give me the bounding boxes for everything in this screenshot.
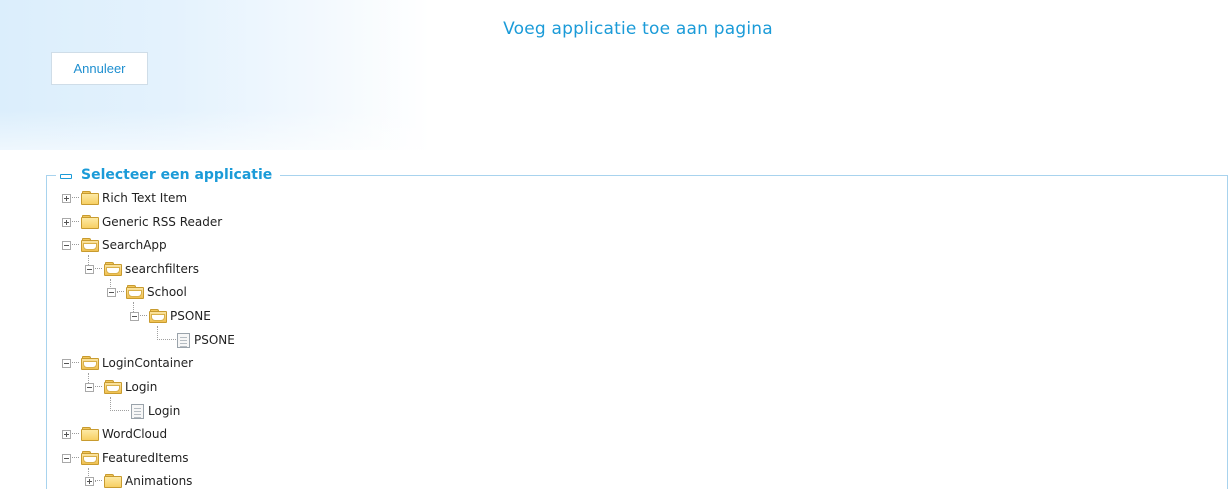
tree-connector (95, 386, 102, 388)
folder-open-icon (104, 262, 122, 276)
collapse-icon[interactable] (107, 287, 116, 297)
tree-node-psone-page[interactable]: PSONE (177, 331, 235, 349)
tree-connector (140, 315, 147, 317)
tree-connector (72, 244, 79, 246)
folder-open-icon (149, 309, 167, 323)
tree-connector (72, 362, 79, 364)
tree-connector (72, 457, 79, 459)
page-icon (131, 403, 144, 419)
tree-node-label[interactable]: Rich Text Item (102, 191, 187, 205)
tree-node-label[interactable]: Animations (125, 474, 192, 488)
folder-icon (81, 215, 99, 229)
collapse-icon[interactable] (85, 264, 94, 274)
tree-node-label[interactable]: PSONE (194, 333, 235, 347)
folder-open-icon (126, 285, 144, 299)
tree-node-label[interactable]: PSONE (170, 309, 211, 323)
expand-icon[interactable] (62, 429, 71, 439)
tree-connector (110, 397, 129, 411)
collapse-icon[interactable] (85, 382, 94, 392)
folder-open-icon (81, 356, 99, 370)
tree-node-login-folder[interactable]: Login (85, 378, 157, 396)
tree-node-label[interactable]: searchfilters (125, 262, 199, 276)
folder-open-icon (104, 380, 122, 394)
tree-node-featureditems[interactable]: FeaturedItems (62, 449, 189, 467)
tree-node-generic-rss-reader[interactable]: Generic RSS Reader (62, 213, 222, 231)
tree-connector (117, 291, 124, 293)
tree-node-label[interactable]: School (147, 285, 187, 299)
tree-connector (72, 433, 79, 435)
tree-node-label[interactable]: Login (148, 404, 180, 418)
tree-node-school[interactable]: School (107, 283, 187, 301)
tree-node-label[interactable]: FeaturedItems (102, 451, 189, 465)
tree-node-rich-text-item[interactable]: Rich Text Item (62, 189, 187, 207)
tree-node-searchfilters[interactable]: searchfilters (85, 260, 199, 278)
tree-connector (95, 268, 102, 270)
tree-node-psone-folder[interactable]: PSONE (130, 307, 211, 325)
folder-icon (81, 191, 99, 205)
expand-icon[interactable] (62, 193, 71, 203)
page-icon (177, 332, 190, 348)
add-application-dialog: Voeg applicatie toe aan pagina Annuleer … (0, 0, 1230, 489)
folder-icon (104, 474, 122, 488)
expand-icon[interactable] (85, 476, 94, 486)
tree-node-label[interactable]: Login (125, 380, 157, 394)
tree-connector (95, 480, 102, 482)
collapse-icon[interactable] (62, 240, 71, 250)
tree-node-label[interactable]: SearchApp (102, 238, 167, 252)
tree-connector (157, 326, 176, 340)
expand-icon[interactable] (62, 217, 71, 227)
tree-node-logincontainer[interactable]: LoginContainer (62, 354, 193, 372)
collapse-icon[interactable] (130, 311, 139, 321)
tree-node-label[interactable]: Generic RSS Reader (102, 215, 222, 229)
tree-connector (72, 197, 79, 199)
folder-open-icon (81, 238, 99, 252)
tree-node-wordcloud[interactable]: WordCloud (62, 425, 167, 443)
collapse-icon[interactable] (62, 358, 71, 368)
tree-node-label[interactable]: WordCloud (102, 427, 167, 441)
tree-connector (72, 221, 79, 223)
tree-node-login-page[interactable]: Login (131, 402, 180, 420)
application-tree: Rich Text Item Generic RSS Reader Search… (0, 0, 1230, 489)
tree-node-searchapp[interactable]: SearchApp (62, 236, 167, 254)
folder-icon (81, 427, 99, 441)
collapse-icon[interactable] (62, 453, 71, 463)
tree-node-animations[interactable]: Animations (85, 472, 192, 489)
folder-open-icon (81, 451, 99, 465)
tree-node-label[interactable]: LoginContainer (102, 356, 193, 370)
